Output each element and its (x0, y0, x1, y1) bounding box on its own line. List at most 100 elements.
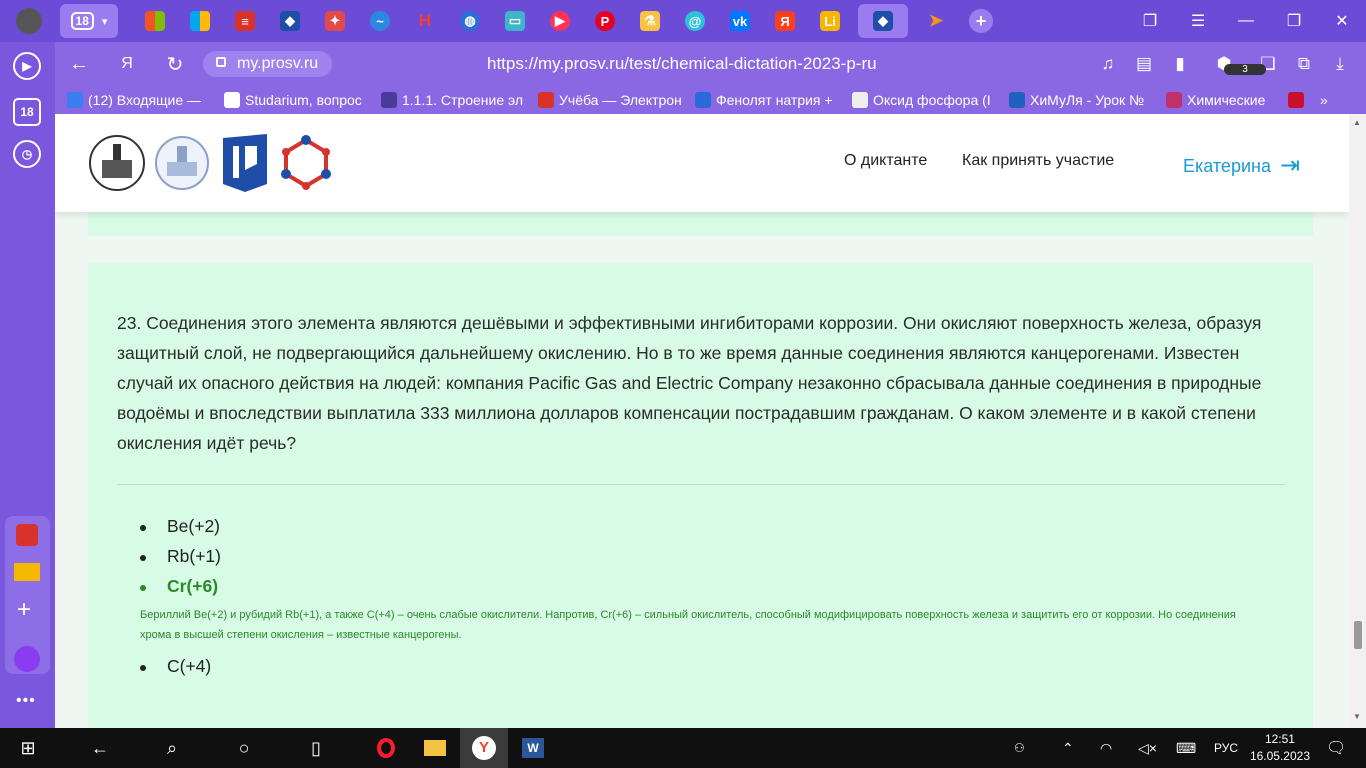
dots-icon (852, 92, 868, 108)
bookmark-item[interactable]: Фенолят натрия + (695, 92, 840, 108)
back-icon[interactable]: ← (76, 728, 124, 768)
url-field[interactable]: https://my.prosv.ru/test/chemical-dictat… (487, 54, 877, 74)
flag-icon (1288, 92, 1304, 108)
domain-pill[interactable]: my.prosv.ru (203, 51, 333, 77)
notifications-icon[interactable]: 🗨 (1326, 728, 1346, 768)
bookmark-item[interactable]: 1.1.1. Строение эл (381, 92, 526, 108)
user-name: Екатерина (1183, 156, 1271, 176)
alice-icon[interactable] (14, 646, 40, 672)
task-view-icon[interactable]: ▯ (292, 728, 340, 768)
nav-about[interactable]: О диктанте (844, 152, 927, 170)
mail-icon[interactable] (14, 563, 40, 581)
answer-option[interactable]: C(+4) (167, 656, 211, 677)
reload-icon[interactable]: ↻ (151, 52, 199, 77)
start-button[interactable]: ⊞ (4, 728, 52, 768)
back-arrow-icon[interactable]: ← (55, 53, 103, 76)
bookmark-item[interactable]: (12) Входящие — (67, 92, 212, 108)
tab-pinterest[interactable]: P (588, 4, 622, 38)
downloads-shield-icon[interactable]: ⬢ 3 (1198, 54, 1266, 75)
bullet (140, 525, 146, 531)
file-explorer-icon[interactable] (411, 728, 459, 768)
play-icon: ▶ (550, 11, 570, 31)
bookmark-item[interactable]: Химические (1166, 92, 1276, 108)
answer-option-correct[interactable]: Cr(+6) (167, 576, 218, 597)
tab-litres[interactable]: Li (813, 4, 847, 38)
bookmark-item[interactable]: Studarium, вопрос (224, 92, 369, 108)
tab-vk[interactable]: vk (723, 4, 757, 38)
cortana-icon[interactable]: ○ (220, 728, 268, 768)
scroll-up-icon[interactable]: ▲ (1353, 118, 1361, 127)
reader-icon[interactable]: ▤ (1126, 54, 1162, 74)
yandex-ya-icon[interactable]: Я (103, 55, 151, 73)
tab-strip: 18 ▾ ≡ ◆ ✦ ~ H ◍ ▭ ▶ P ⚗ @ vk Я Li ◆ ➤ +… (0, 0, 1366, 42)
scroll-down-icon[interactable]: ▼ (1353, 712, 1361, 721)
tab-book[interactable]: ▭ (498, 4, 532, 38)
tab-notes[interactable]: ≡ (228, 4, 262, 38)
more-icon[interactable]: ••• (16, 692, 36, 710)
paper-plane-icon: ➤ (928, 11, 944, 30)
tab-counter-sidebar[interactable]: 18 (13, 98, 41, 126)
nav-how-to-participate[interactable]: Как принять участие (962, 152, 1114, 170)
opera-icon[interactable] (362, 728, 410, 768)
word-icon[interactable]: W (509, 728, 557, 768)
bookmark-item[interactable]: ХиМуЛя - Урок № (1009, 92, 1154, 108)
bookmark-item[interactable]: Оксид фосфора (I (852, 92, 997, 108)
sidebar-counter: 18 (20, 105, 34, 119)
notes-icon: ≡ (235, 11, 255, 31)
tab-yandex[interactable]: Я (768, 4, 802, 38)
show-hidden-icons[interactable]: ⌃ (1062, 728, 1074, 768)
shield-icon: ◆ (873, 11, 893, 31)
tab-flask[interactable]: ⚗ (633, 4, 667, 38)
page-scrollbar[interactable]: ▲ ▼ (1349, 114, 1366, 728)
molecule-logo-icon (281, 135, 331, 190)
user-link[interactable]: Екатерина ⇥ (1183, 150, 1300, 179)
people-icon[interactable]: ⚇ (1014, 728, 1025, 768)
volume-icon[interactable]: ◁× (1138, 728, 1157, 768)
close-button[interactable]: ✕ (1318, 11, 1366, 31)
clock-date: 16.05.2023 (1249, 749, 1310, 763)
tab-h[interactable]: H (408, 4, 442, 38)
tabs-overview-icon[interactable]: ❐ (1126, 11, 1174, 31)
new-tab-button[interactable]: + (964, 4, 998, 38)
menu-icon[interactable]: ☰ (1174, 11, 1222, 31)
clock[interactable]: 12:51 16.05.2023 (1250, 731, 1310, 765)
bookmark-site-icon (381, 92, 397, 108)
tab-plane[interactable]: ➤ (919, 4, 953, 38)
uk-flag-icon[interactable] (1288, 92, 1308, 108)
bookmark-item[interactable]: Учёба — Электрон (538, 92, 683, 108)
tab-prosv[interactable]: ◆ (273, 4, 307, 38)
h-letter-icon: H (418, 11, 432, 30)
add-panel-icon[interactable]: + (17, 596, 31, 624)
notes-icon[interactable] (16, 524, 38, 546)
answer-option[interactable]: Rb(+1) (167, 546, 221, 567)
bookmarks-bar: (12) Входящие — Studarium, вопрос 1.1.1.… (55, 86, 1366, 114)
tab-video[interactable]: ▶ (543, 4, 577, 38)
search-icon[interactable]: ⌕ (148, 728, 196, 768)
download-icon[interactable]: ⤓ (1322, 54, 1358, 74)
scroll-thumb[interactable] (1354, 621, 1362, 649)
yandex-browser-taskbar-icon[interactable]: Y (460, 728, 508, 768)
tab-office[interactable] (138, 4, 172, 38)
tab-swirl[interactable]: @ (678, 4, 712, 38)
restore-button[interactable]: ❐ (1270, 11, 1318, 31)
tab-counter-button[interactable]: 18 ▾ (60, 4, 118, 38)
tab-games[interactable]: ✦ (318, 4, 352, 38)
bookmark-label: Учёба — Электрон (559, 92, 682, 108)
share-icon[interactable]: ⧉ (1286, 54, 1322, 74)
minimize-button[interactable]: — (1222, 12, 1270, 30)
answer-option[interactable]: Be(+2) (167, 516, 220, 537)
shield-icon: ◆ (280, 11, 300, 31)
profile-avatar[interactable] (12, 4, 46, 38)
tab-globe[interactable]: ◍ (453, 4, 487, 38)
bookmark-icon[interactable]: ▮ (1162, 54, 1198, 74)
language-indicator[interactable]: РУС (1214, 728, 1238, 768)
play-icon[interactable]: ▶ (13, 52, 41, 80)
tab-microsoft[interactable] (183, 4, 217, 38)
wifi-icon[interactable]: ◠ (1100, 728, 1112, 768)
keyboard-icon[interactable]: ⌨ (1176, 728, 1196, 768)
headphones-icon[interactable]: ♫ (1090, 54, 1126, 74)
more-bookmarks-icon[interactable]: » (1320, 92, 1340, 108)
tab-active-prosv[interactable]: ◆ (858, 4, 908, 38)
clock-icon[interactable]: ◷ (13, 140, 41, 168)
tab-wave[interactable]: ~ (363, 4, 397, 38)
